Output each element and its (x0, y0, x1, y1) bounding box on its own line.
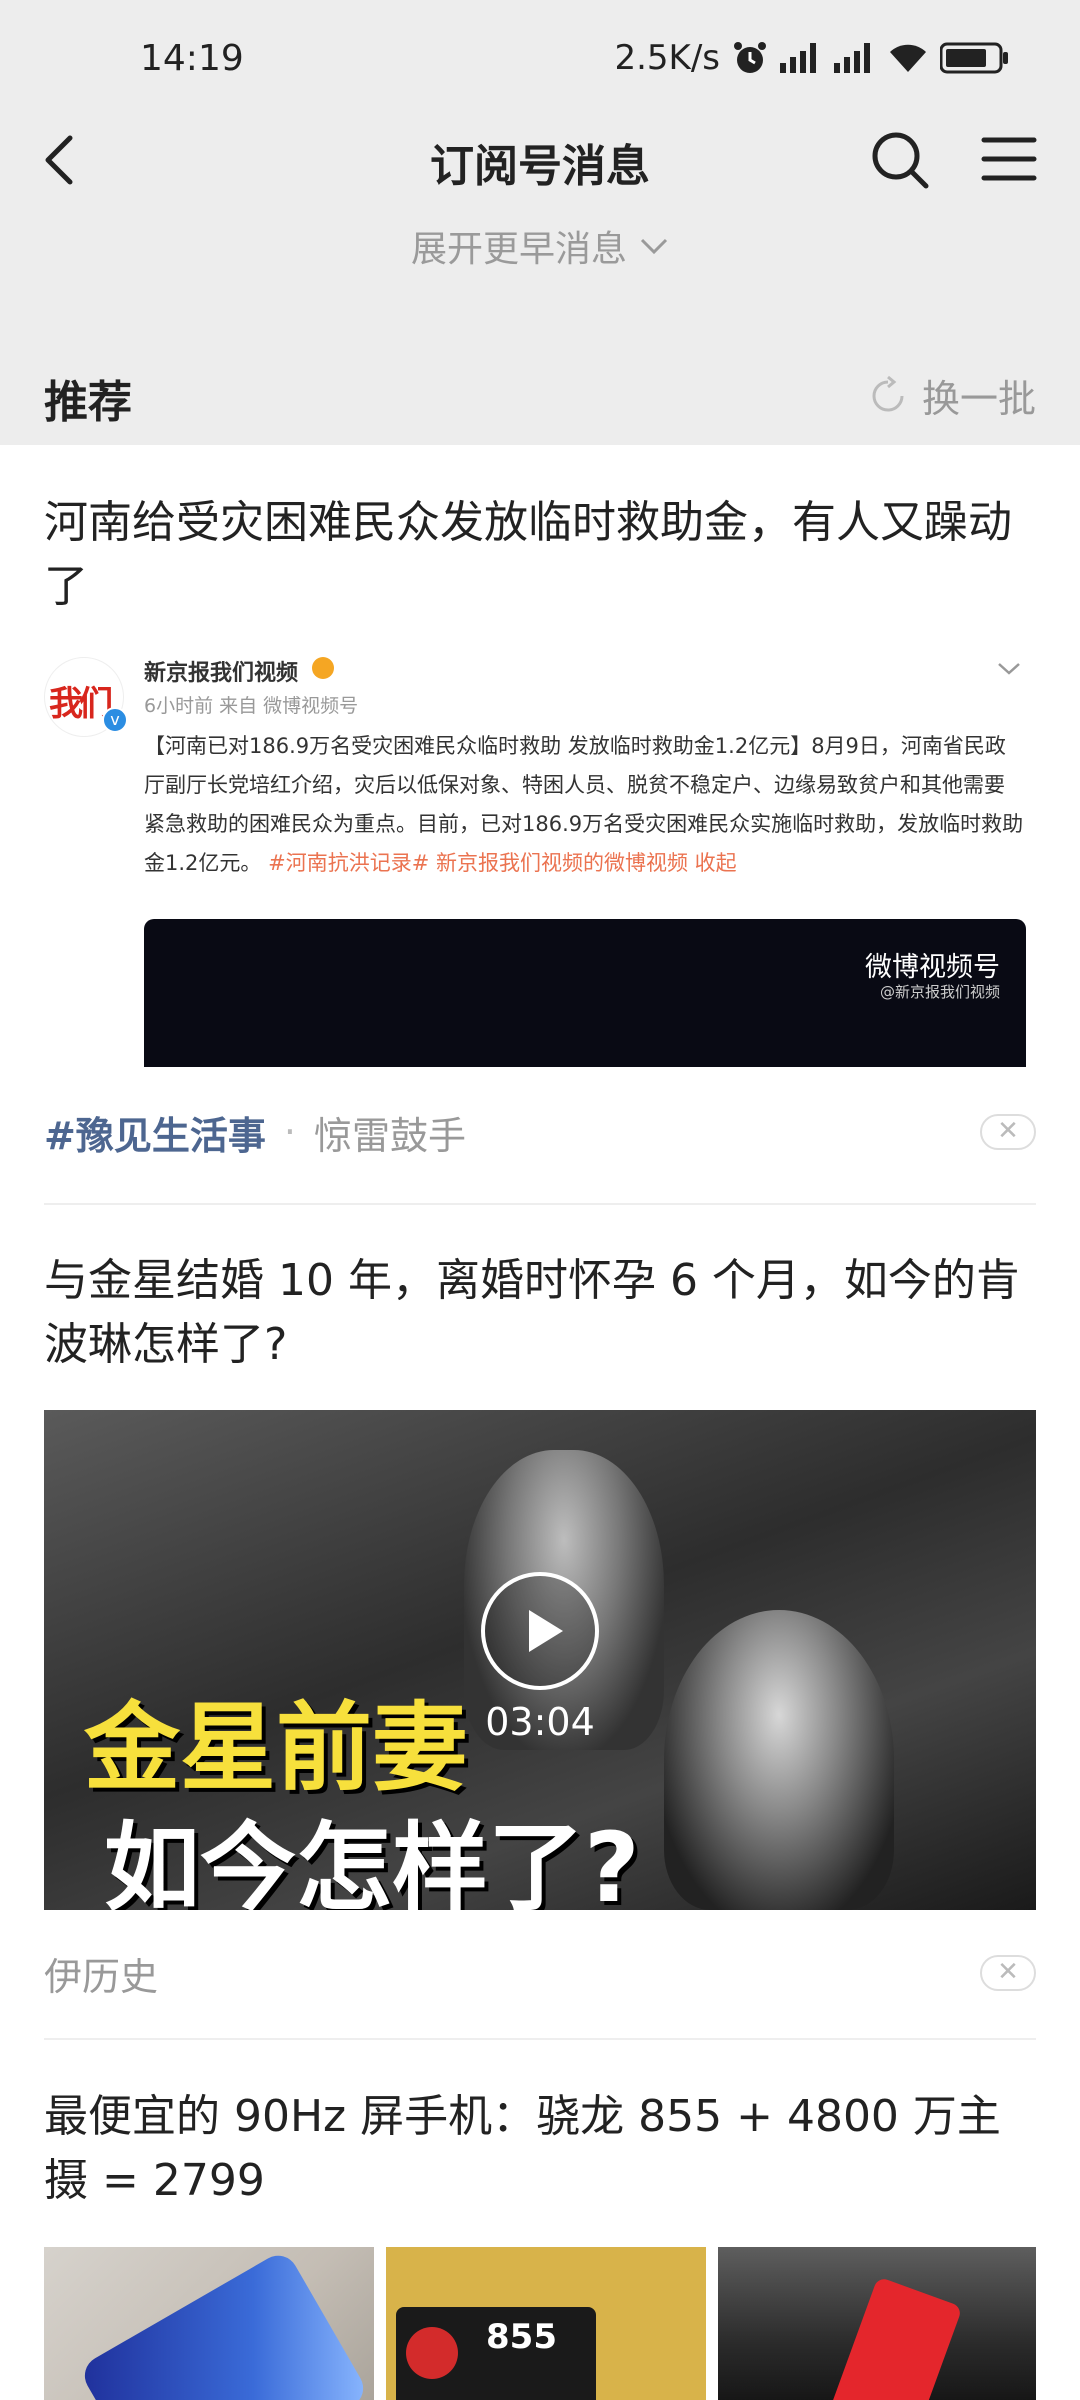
image-row: 855 (44, 2247, 1036, 2400)
divider (44, 1203, 1036, 1205)
thumbnail-caption: 如今怎样了? (104, 1812, 640, 1910)
article-card[interactable]: 河南给受灾困难民众发放临时救助金，有人又躁动了 (44, 491, 1036, 619)
chevron-down-icon (640, 238, 668, 255)
play-button[interactable] (481, 1572, 599, 1690)
snapdragon-logo-icon (406, 2327, 458, 2379)
battery-icon (940, 42, 1008, 74)
divider (44, 2038, 1036, 2040)
topic-tag[interactable]: #豫见生活事 (44, 1105, 266, 1160)
weibo-author: 新京报我们视频 (144, 661, 299, 686)
red-phone-photo[interactable] (718, 2247, 1036, 2400)
article-source: 伊历史 (44, 1954, 159, 1999)
weibo-embed[interactable]: 我们 v 新京报我们视频 6小时前 来自 微博视频号 【河南已对186.9万名受… (44, 647, 1036, 1067)
nav-bar: 订阅号消息 (0, 100, 1080, 220)
video-thumbnail[interactable]: 金星前妻 如今怎样了? 03:04 (44, 1410, 1036, 1910)
refresh-icon (872, 375, 904, 411)
refresh-button[interactable]: 换一批 (866, 368, 1036, 423)
dismiss-button[interactable]: ✕ (980, 1114, 1036, 1150)
weibo-video-logo: 微博视频号 (865, 952, 1000, 983)
status-time: 14:19 (140, 38, 244, 79)
chip-photo[interactable]: 855 (386, 2247, 706, 2400)
article-card[interactable]: 与金星结婚 10 年，离婚时怀孕 6 个月，如今的肯波琳怎样了? (44, 1249, 1036, 1377)
phone-photo[interactable] (44, 2247, 374, 2400)
avatar-logo: 我们 (49, 684, 113, 724)
feed: 河南给受灾困难民众发放临时救助金，有人又躁动了 我们 v 新京报我们视频 6小时… (0, 445, 1080, 2400)
article-footer: #豫见生活事 · 惊雷鼓手 (44, 1102, 466, 1162)
thumbnail-figure (664, 1610, 894, 1910)
weibo-video-sub: @新京报我们视频 (879, 983, 1000, 1001)
chip-label: 855 (486, 2317, 557, 2357)
search-icon[interactable] (866, 126, 932, 192)
weibo-video[interactable]: 微博视频号 @新京报我们视频 (144, 919, 1026, 1067)
article-headline: 最便宜的 90Hz 屏手机：骁龙 855 + 4800 万主摄 = 2799 (44, 2091, 1001, 2206)
expand-earlier-button[interactable]: 展开更早消息 (0, 220, 1080, 272)
recommend-title: 推荐 (44, 377, 132, 428)
badge-icon (312, 657, 334, 679)
article-footer: 伊历史 (44, 1943, 158, 2003)
signal-icon (834, 43, 870, 73)
net-speed: 2.5K/s (614, 38, 720, 78)
dismiss-button[interactable]: ✕ (980, 1955, 1036, 1991)
menu-icon[interactable] (976, 126, 1042, 192)
separator-dot: · (283, 1110, 296, 1154)
video-duration: 03:04 (485, 1700, 595, 1744)
wifi-icon (890, 44, 926, 72)
article-card[interactable]: 最便宜的 90Hz 屏手机：骁龙 855 + 4800 万主摄 = 2799 (44, 2085, 1036, 2213)
weibo-body-tags[interactable]: #河南抗洪记录# 新京报我们视频的微博视频 收起 (268, 851, 737, 875)
alarm-icon (734, 42, 766, 73)
chevron-down-icon[interactable] (994, 659, 1024, 679)
phone-shape (823, 2276, 963, 2400)
phone-shape (77, 2248, 371, 2400)
verified-icon: v (102, 707, 128, 733)
article-headline: 与金星结婚 10 年，离婚时怀孕 6 个月，如今的肯波琳怎样了? (44, 1255, 1020, 1370)
article-headline: 河南给受灾困难民众发放临时救助金，有人又躁动了 (44, 497, 1012, 612)
weibo-meta: 6小时前 来自 微博视频号 (144, 695, 359, 717)
expand-label: 展开更早消息 (410, 229, 627, 270)
play-icon (529, 1610, 563, 1652)
recommend-header: 推荐 换一批 (0, 340, 1080, 445)
status-icons: 2.5K/s (614, 36, 1010, 80)
article-source: 惊雷鼓手 (313, 1113, 466, 1158)
signal-icon (780, 43, 816, 73)
refresh-label: 换一批 (921, 377, 1036, 421)
weibo-body: 【河南已对186.9万名受灾困难民众临时救助 发放临时救助金1.2亿元】8月9日… (144, 727, 1024, 883)
